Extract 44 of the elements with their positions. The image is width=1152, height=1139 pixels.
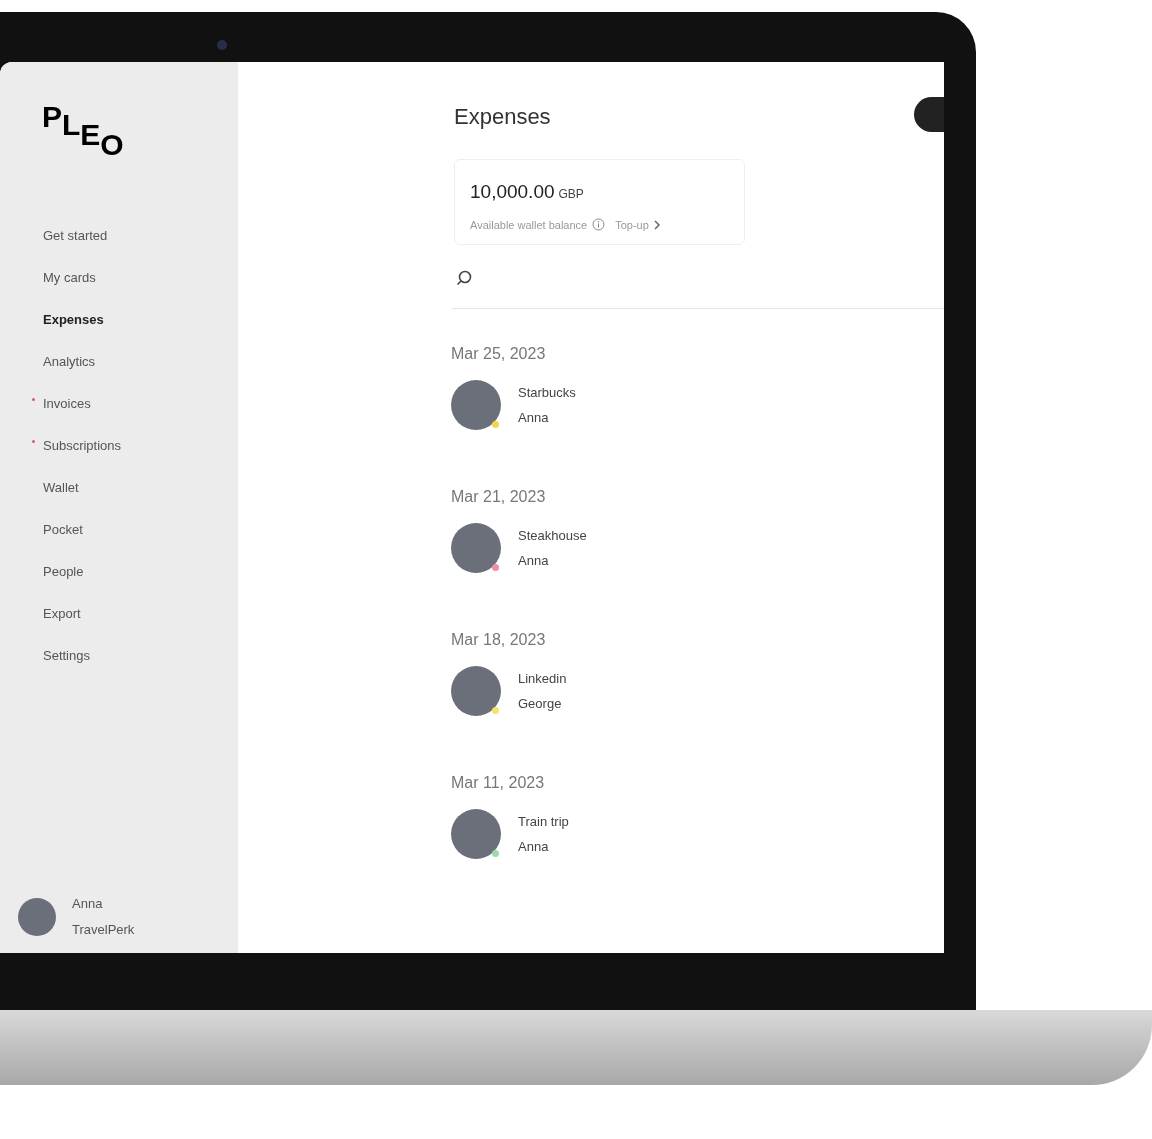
nav-item[interactable]: Invoices (43, 394, 91, 414)
chevron-right-icon (653, 219, 661, 230)
merchant-name: Train trip (518, 812, 569, 831)
nav-item[interactable]: Get started (43, 226, 108, 246)
nav-item[interactable]: Settings (43, 646, 90, 666)
person-name: George (518, 695, 563, 713)
avatar-placeholder (451, 809, 501, 859)
date-heading: Mar 25, 2023 (451, 344, 546, 364)
page-title: Expenses (454, 103, 551, 131)
nav-item[interactable]: Pocket (43, 520, 83, 540)
nav-item[interactable]: Analytics (43, 352, 96, 372)
nav-item[interactable]: My cards (43, 268, 96, 288)
company-name: TravelPerk (72, 920, 135, 939)
person-name: Anna (518, 409, 550, 427)
balance-amount: 10,000.00 (470, 180, 555, 204)
expense-row[interactable]: Starbucks Anna (451, 380, 586, 430)
avatar-placeholder (451, 523, 501, 573)
date-heading: Mar 11, 2023 (451, 773, 545, 793)
expense-row[interactable]: Train trip Anna (451, 809, 579, 859)
balance-caption: Available wallet balance (470, 217, 588, 233)
camera-icon (217, 40, 227, 50)
nav-item[interactable]: Subscriptions (43, 436, 122, 456)
date-heading: Mar 18, 2023 (451, 630, 546, 650)
search-field[interactable] (452, 269, 944, 309)
expense-row[interactable]: Linkedin George (451, 666, 577, 716)
merchant-name: Steakhouse (518, 526, 587, 545)
info-icon[interactable] (592, 218, 606, 232)
nav-item[interactable]: People (43, 562, 84, 582)
nav-item[interactable]: Export (43, 604, 81, 624)
merchant-name: Linkedin (518, 669, 567, 688)
expense-row[interactable]: Steakhouse Anna (451, 523, 597, 573)
person-name: Anna (518, 838, 550, 856)
nav-item[interactable]: Wallet (43, 478, 79, 498)
currency-label: GBP (558, 186, 584, 203)
user-avatar (18, 897, 56, 936)
date-heading: Mar 21, 2023 (451, 487, 546, 507)
avatar-placeholder (451, 380, 501, 430)
nav-item[interactable]: Expenses (43, 310, 104, 330)
pleo-logo: PLEO (42, 102, 122, 163)
user-name: Anna (72, 895, 104, 913)
merchant-name: Starbucks (518, 383, 576, 402)
avatar-placeholder (451, 666, 501, 716)
person-name: Anna (518, 552, 550, 570)
search-icon (455, 269, 473, 287)
